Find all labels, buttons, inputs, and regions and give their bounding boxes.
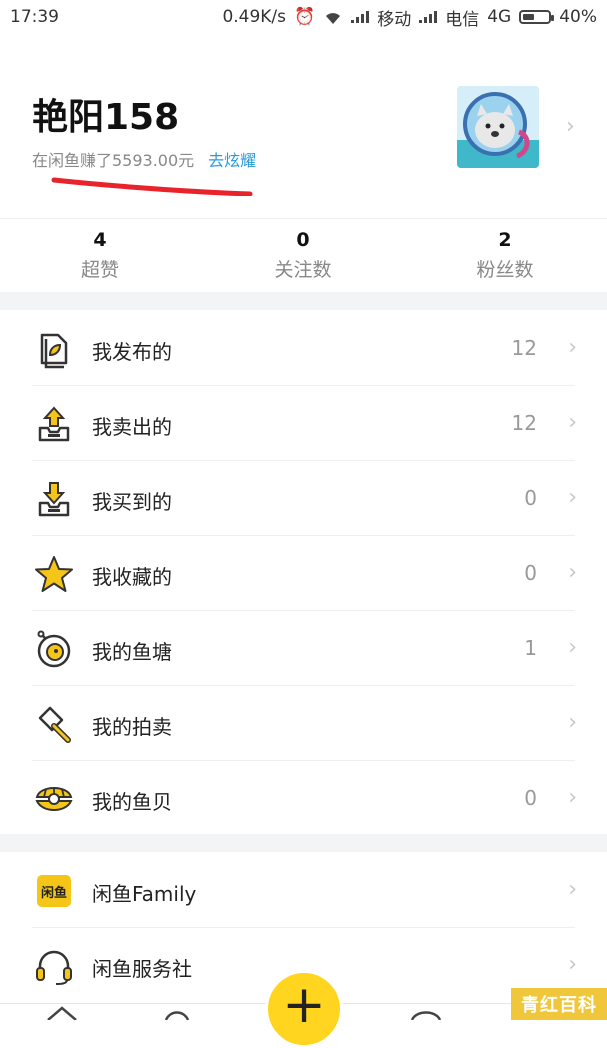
menu-item-label: 我的拍卖 xyxy=(92,715,172,739)
stat-value: 4 xyxy=(93,229,107,251)
menu-item-published[interactable]: 我发布的 12 › xyxy=(0,311,607,386)
pond-icon xyxy=(37,630,71,668)
signal-icon xyxy=(351,11,370,23)
chevron-right-icon: › xyxy=(568,952,577,977)
auction-hammer-icon xyxy=(38,706,71,743)
star-icon xyxy=(35,556,73,592)
menu-item-label: 我收藏的 xyxy=(92,565,172,589)
menu-item-label: 我的鱼贝 xyxy=(92,790,172,814)
chevron-right-icon: › xyxy=(568,635,577,660)
show-off-link[interactable]: 去炫耀 xyxy=(208,151,256,170)
menu-item-sold[interactable]: 我卖出的 12 › xyxy=(0,386,607,461)
menu-item-label: 闲鱼Family xyxy=(92,882,197,906)
menu-item-label: 我的鱼塘 xyxy=(92,640,172,664)
chevron-right-icon: › xyxy=(568,785,577,810)
menu-item-label: 我发布的 xyxy=(92,340,172,364)
menu-item-fish-shell[interactable]: 我的鱼贝 0 › xyxy=(0,761,607,836)
menu-item-favorites[interactable]: 我收藏的 0 › xyxy=(0,536,607,611)
section-divider xyxy=(0,292,607,310)
menu-item-label: 我买到的 xyxy=(92,490,172,514)
chevron-right-icon: › xyxy=(568,485,577,510)
chevron-right-icon: › xyxy=(568,410,577,435)
menu-item-label: 闲鱼服务社 xyxy=(92,957,192,981)
battery-level: 40% xyxy=(559,7,597,27)
stat-label: 超赞 xyxy=(80,259,119,281)
carrier-1: 移动 xyxy=(377,9,412,30)
signal-icon xyxy=(419,11,438,23)
box-download-icon xyxy=(38,482,70,517)
wifi-icon xyxy=(326,13,341,24)
document-leaf-icon xyxy=(40,333,68,369)
red-underline-annotation xyxy=(51,177,253,196)
menu-item-count: 0 xyxy=(524,561,537,585)
message-icon[interactable] xyxy=(410,1008,442,1020)
plus-icon: + xyxy=(282,975,326,1035)
main-menu: 我发布的 12 › 我卖出的 12 › 我买到的 0 › 我收藏的 0 › 我的… xyxy=(0,311,607,836)
box-upload-icon xyxy=(38,406,70,442)
home-icon[interactable] xyxy=(44,1004,80,1020)
menu-item-count: 12 xyxy=(511,336,537,360)
stat-value: 2 xyxy=(498,229,512,251)
chevron-right-icon: › xyxy=(568,560,577,585)
fish-icon[interactable] xyxy=(162,1004,192,1020)
menu-item-count: 12 xyxy=(511,411,537,435)
stat-followers[interactable]: 2 粉丝数 xyxy=(405,229,605,282)
stats-bar: 4 超赞 0 关注数 2 粉丝数 xyxy=(0,218,607,293)
earnings-text: 在闲鱼赚了5593.00元 xyxy=(32,151,195,170)
family-badge-icon: 闲鱼 xyxy=(37,875,71,907)
chevron-right-icon: › xyxy=(568,877,577,902)
stat-label: 粉丝数 xyxy=(476,259,534,281)
menu-item-count: 0 xyxy=(524,486,537,510)
menu-item-fish-pond[interactable]: 我的鱼塘 1 › xyxy=(0,611,607,686)
menu-item-count: 0 xyxy=(524,786,537,810)
menu-item-label: 我卖出的 xyxy=(92,415,172,439)
menu-item-bought[interactable]: 我买到的 0 › xyxy=(0,461,607,536)
menu-item-family[interactable]: 闲鱼 闲鱼Family › xyxy=(0,853,607,928)
chevron-right-icon: › xyxy=(566,114,575,139)
svg-text:闲鱼: 闲鱼 xyxy=(41,885,67,901)
status-right: 0.49K/s ⏰ 移动 电信 4G 40% xyxy=(222,5,597,30)
earnings-line: 在闲鱼赚了5593.00元 去炫耀 xyxy=(32,147,256,171)
menu-item-count: 1 xyxy=(524,636,537,660)
headset-icon xyxy=(36,950,72,985)
network-speed: 0.49K/s xyxy=(222,7,287,27)
carrier-2: 电信 xyxy=(445,9,480,30)
chevron-right-icon: › xyxy=(568,335,577,360)
shell-icon xyxy=(35,787,73,811)
menu-item-auction[interactable]: 我的拍卖 › xyxy=(0,686,607,761)
status-time: 17:39 xyxy=(10,7,59,27)
section-divider xyxy=(0,834,607,852)
watermark-logo: 青红百科 xyxy=(511,988,607,1020)
publish-fab-button[interactable]: + xyxy=(265,970,343,1048)
alarm-icon: ⏰ xyxy=(294,7,316,27)
avatar[interactable] xyxy=(457,86,539,168)
battery-icon xyxy=(519,10,555,24)
username: 艳阳158 xyxy=(32,97,180,138)
network-type: 4G xyxy=(487,7,512,27)
status-bar: 17:39 0.49K/s ⏰ 移动 电信 4G 40% xyxy=(0,0,607,34)
astronaut-seal-avatar-icon xyxy=(457,86,539,168)
stat-value: 0 xyxy=(296,229,310,251)
profile-header[interactable]: 艳阳158 在闲鱼赚了5593.00元 去炫耀 › xyxy=(0,34,607,218)
stat-label: 关注数 xyxy=(274,259,332,281)
stat-likes[interactable]: 4 超赞 xyxy=(0,229,200,282)
chevron-right-icon: › xyxy=(568,710,577,735)
stat-following[interactable]: 0 关注数 xyxy=(203,229,403,282)
